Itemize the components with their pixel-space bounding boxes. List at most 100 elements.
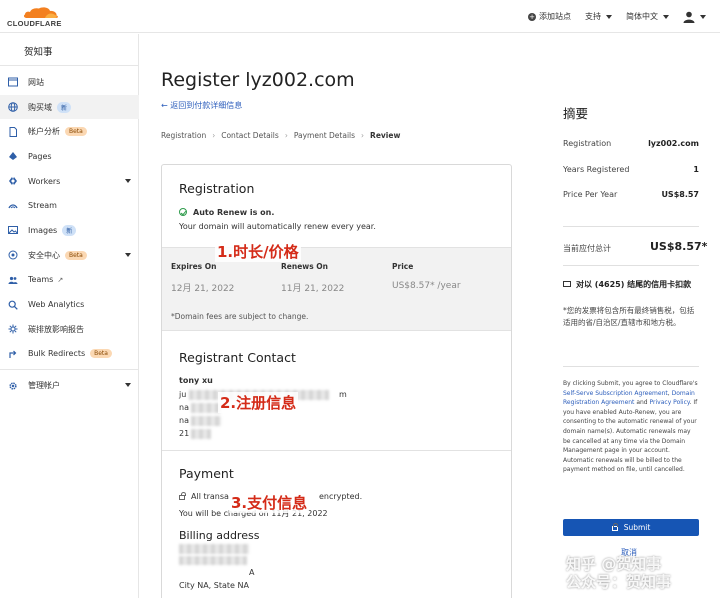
analytics-icon bbox=[8, 300, 18, 310]
renews-on-header: Renews On bbox=[281, 262, 329, 271]
watermark: 知乎 @贺知事 公众号：贺知事 bbox=[566, 555, 671, 591]
stream-icon bbox=[8, 201, 18, 211]
sidebar-nav: 网站 购买域 新 帐户分析 Beta Pages Workers Stream … bbox=[0, 70, 139, 398]
credit-card-label: 对以 (4625) 结尾的信用卡扣款 bbox=[576, 280, 692, 289]
back-link[interactable]: ← 返回到付款详细信息 bbox=[161, 100, 242, 111]
sidebar-item-label: Web Analytics bbox=[28, 300, 85, 310]
account-name[interactable]: 贺知事 bbox=[24, 44, 53, 58]
legal-text-1: By clicking Submit, you agree to Cloudfl… bbox=[563, 380, 698, 387]
gear-icon bbox=[8, 381, 18, 391]
check-circle-icon bbox=[179, 208, 187, 216]
annotation-duration-price: 1.时长/价格 bbox=[215, 241, 301, 262]
price-value: US$8.57* /year bbox=[392, 281, 461, 291]
credit-card-note: 对以 (4625) 结尾的信用卡扣款 bbox=[563, 279, 691, 290]
breadcrumb: Registration › Contact Details › Payment… bbox=[161, 131, 400, 140]
total-due-label: 当前应付总计 bbox=[563, 244, 611, 253]
sidebar-item-workers[interactable]: Workers bbox=[0, 169, 139, 194]
browser-icon bbox=[8, 77, 18, 87]
redacted-text bbox=[191, 416, 221, 426]
summary-price-value: US$8.57 bbox=[661, 190, 699, 199]
total-due-value: US$8.57* bbox=[650, 240, 708, 253]
support-menu[interactable]: 支持 bbox=[585, 11, 612, 22]
sidebar-item-account-analytics[interactable]: 帐户分析 Beta bbox=[0, 119, 139, 144]
beta-badge: Beta bbox=[65, 250, 87, 260]
support-label: 支持 bbox=[585, 12, 601, 21]
divider bbox=[0, 369, 139, 371]
language-menu[interactable]: 简体中文 bbox=[626, 11, 669, 22]
security-icon bbox=[8, 250, 18, 260]
breadcrumb-step-payment[interactable]: Payment Details bbox=[294, 131, 355, 140]
contact-name: tony xu bbox=[179, 376, 213, 385]
language-label: 简体中文 bbox=[626, 12, 658, 21]
privacy-policy-link[interactable]: Privacy Policy bbox=[650, 399, 690, 406]
registrant-contact-title: Registrant Contact bbox=[179, 350, 296, 365]
breadcrumb-step-contact[interactable]: Contact Details bbox=[221, 131, 279, 140]
breadcrumb-step-registration[interactable]: Registration bbox=[161, 131, 206, 140]
redirect-icon bbox=[8, 349, 18, 359]
billing-address-line-2: City NA, State NA bbox=[179, 581, 249, 590]
expires-on-header: Expires On bbox=[171, 262, 217, 271]
credit-card-icon bbox=[563, 281, 571, 287]
sidebar-item-label: 购买域 bbox=[28, 102, 52, 112]
sidebar-item-label: 安全中心 bbox=[28, 250, 60, 260]
breadcrumb-step-review: Review bbox=[370, 131, 401, 140]
sidebar-item-stream[interactable]: Stream bbox=[0, 193, 139, 218]
redacted-text bbox=[179, 556, 247, 565]
summary-price-label: Price Per Year bbox=[563, 190, 618, 199]
redacted-text bbox=[191, 403, 221, 413]
sidebar-item-carbon-report[interactable]: 碳排放影响报告 bbox=[0, 317, 139, 342]
globe-icon bbox=[8, 102, 18, 112]
billing-address-line-1-end: A bbox=[249, 568, 255, 577]
billing-address-title: Billing address bbox=[179, 529, 260, 542]
subscription-agreement-link[interactable]: Self-Serve Subscription Agreement bbox=[563, 390, 668, 397]
redacted-text bbox=[191, 429, 211, 439]
sidebar-item-web-analytics[interactable]: Web Analytics bbox=[0, 292, 139, 317]
external-link-icon: ↗ bbox=[57, 275, 64, 284]
sidebar-item-teams[interactable]: Teams ↗ bbox=[0, 268, 139, 293]
summary-years-row: Years Registered 1 bbox=[563, 165, 699, 174]
logo-text: CLOUDFLARE bbox=[7, 19, 62, 28]
user-menu[interactable] bbox=[683, 11, 706, 23]
submit-button[interactable]: Submit bbox=[563, 519, 699, 536]
images-icon bbox=[8, 225, 18, 235]
sidebar-item-register-domains[interactable]: 购买域 新 bbox=[0, 94, 139, 120]
sidebar-item-label: Pages bbox=[28, 151, 52, 161]
chevron-right-icon: › bbox=[284, 131, 288, 140]
legal-text-3: and bbox=[634, 399, 650, 407]
sidebar-item-label: Images bbox=[28, 225, 58, 235]
sidebar-item-manage-account[interactable]: 管理帐户 bbox=[0, 373, 139, 398]
summary-registration-value: lyz002.com bbox=[648, 139, 699, 148]
registration-title: Registration bbox=[179, 181, 255, 196]
sidebar-item-bulk-redirects[interactable]: Bulk Redirects Beta bbox=[0, 342, 139, 367]
add-site-button[interactable]: + 添加站点 bbox=[528, 11, 571, 22]
review-card: Registration Auto Renew is on. Your doma… bbox=[161, 164, 512, 598]
chevron-down-icon bbox=[125, 383, 131, 388]
summary-price-row: Price Per Year US$8.57 bbox=[563, 190, 699, 199]
lock-icon bbox=[179, 492, 186, 500]
contact-email-start: ju bbox=[179, 390, 187, 399]
divider bbox=[563, 226, 699, 227]
chevron-right-icon: › bbox=[361, 131, 365, 140]
sidebar-item-websites[interactable]: 网站 bbox=[0, 70, 139, 95]
domain-fee-note: *Domain fees are subject to change. bbox=[171, 312, 309, 321]
sidebar-item-images[interactable]: Images 新 bbox=[0, 218, 139, 243]
redacted-text bbox=[179, 544, 249, 554]
chevron-down-icon bbox=[700, 14, 706, 19]
secure-note-start: All transa bbox=[191, 492, 229, 501]
beta-badge: Beta bbox=[90, 349, 112, 359]
sidebar-item-label: Stream bbox=[28, 201, 57, 211]
auto-renew-description: Your domain will automatically renew eve… bbox=[179, 222, 376, 231]
cloud-logo-icon bbox=[23, 7, 58, 18]
sidebar-item-security-center[interactable]: 安全中心 Beta bbox=[0, 243, 139, 268]
secure-payment-note: All transa bbox=[179, 492, 229, 501]
annotation-registration-info: 2.注册信息 bbox=[218, 392, 299, 413]
summary-registration-row: Registration lyz002.com bbox=[563, 139, 699, 148]
pages-icon bbox=[8, 151, 18, 161]
auto-renew-status: Auto Renew is on. bbox=[179, 208, 274, 217]
divider bbox=[162, 450, 511, 451]
auto-renew-label: Auto Renew is on. bbox=[193, 208, 275, 217]
submit-label: Submit bbox=[623, 523, 651, 532]
sidebar-item-label: 管理帐户 bbox=[28, 381, 60, 391]
sidebar-item-pages[interactable]: Pages bbox=[0, 144, 139, 169]
cloudflare-logo[interactable]: CLOUDFLARE bbox=[7, 7, 67, 28]
